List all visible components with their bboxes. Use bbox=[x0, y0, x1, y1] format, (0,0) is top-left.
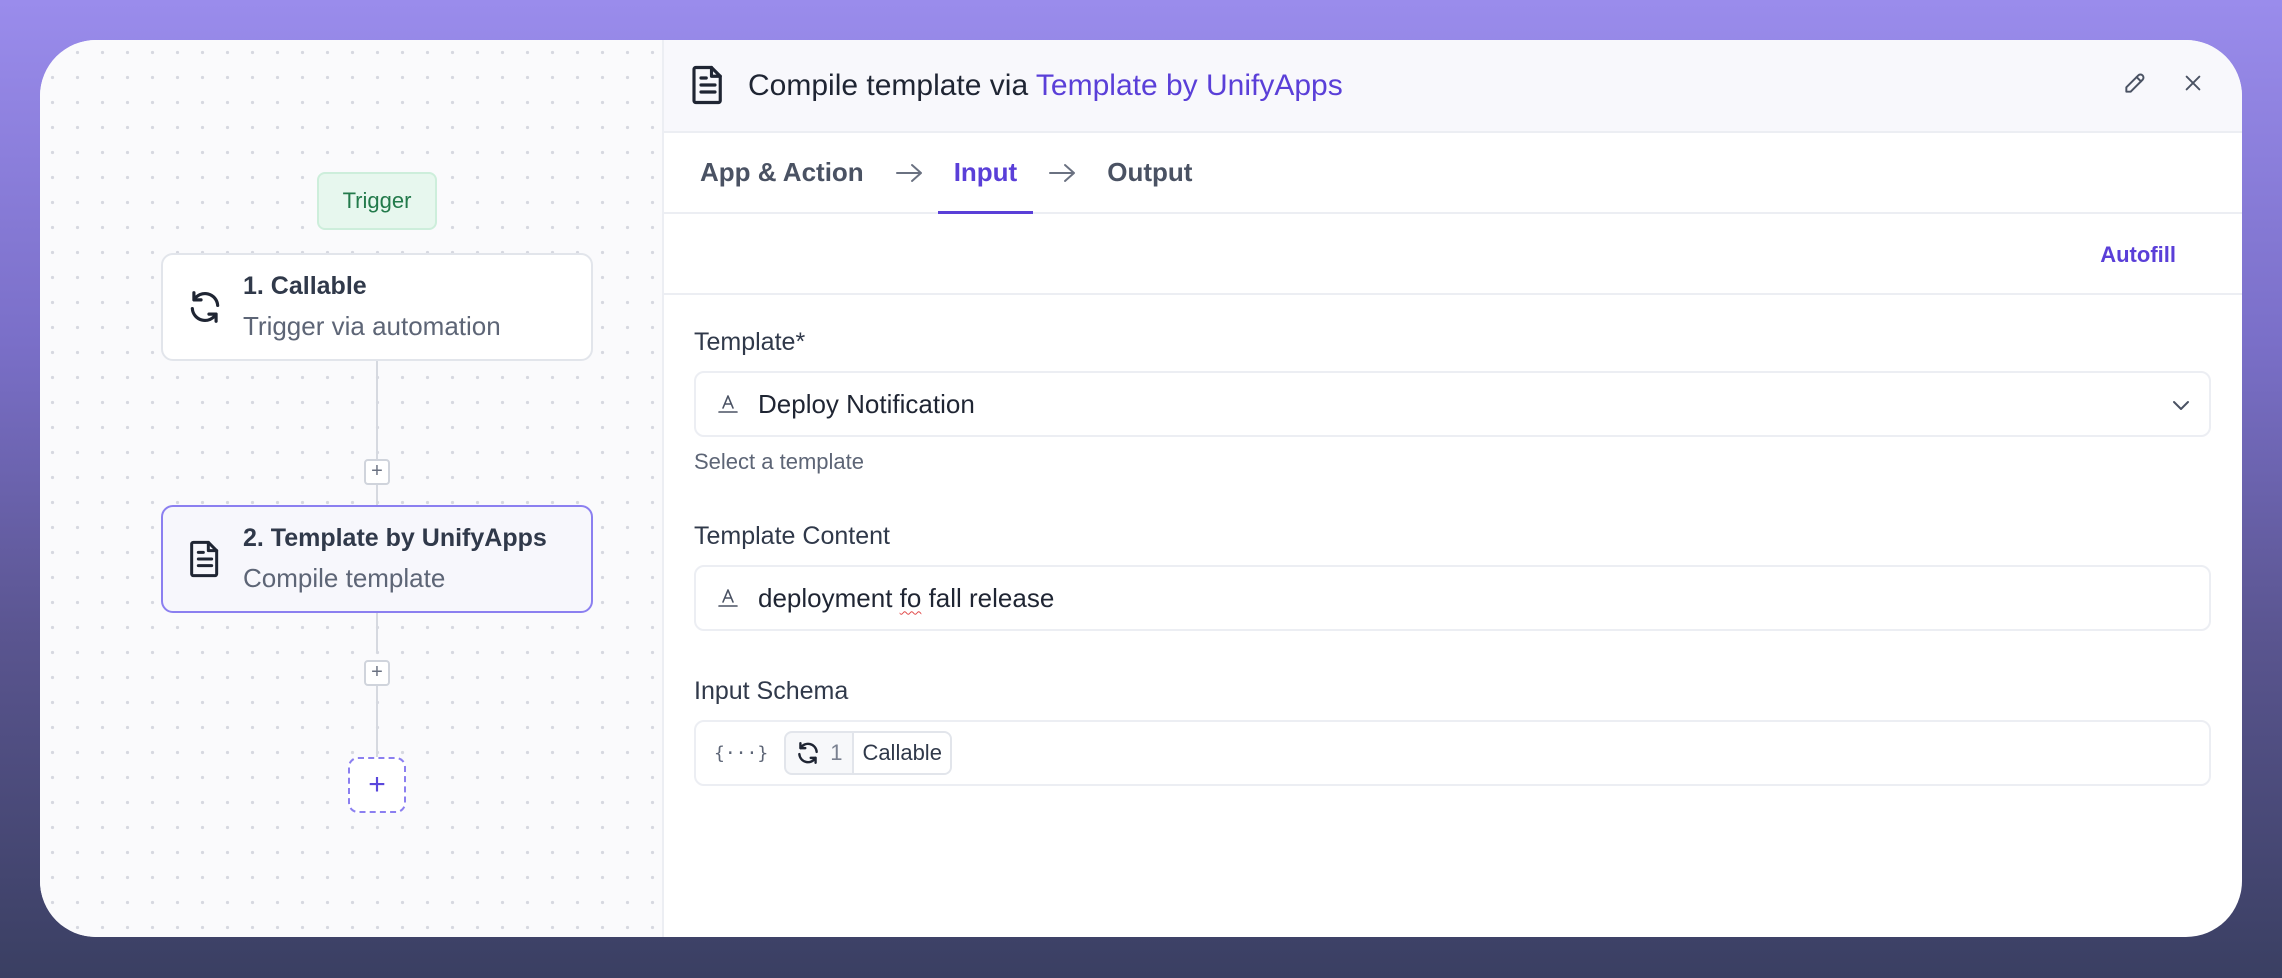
edit-button[interactable] bbox=[2118, 68, 2152, 102]
template-helper-text: Select a template bbox=[694, 449, 864, 474]
add-step-end-button[interactable]: + bbox=[348, 757, 406, 813]
document-icon bbox=[690, 64, 728, 108]
autofill-button[interactable]: Autofill bbox=[2100, 242, 2176, 268]
tab-app-action[interactable]: App & Action bbox=[700, 133, 864, 212]
close-button[interactable] bbox=[2176, 68, 2210, 102]
autofill-bar: Autofill bbox=[664, 214, 2242, 295]
chevron-down-icon bbox=[2169, 393, 2193, 422]
panel-title: Compile template via Template by UnifyAp… bbox=[748, 69, 1343, 103]
template-select-value: Deploy Notification bbox=[758, 388, 975, 419]
trigger-badge: Trigger bbox=[317, 172, 437, 230]
add-step-button[interactable]: + bbox=[364, 459, 390, 485]
close-icon bbox=[2182, 72, 2204, 99]
panel-title-action: Compile template via bbox=[748, 68, 1036, 102]
connector-line bbox=[376, 485, 378, 505]
node-title: 1. Callable bbox=[243, 272, 367, 300]
chip-step-number: 1 bbox=[830, 733, 855, 773]
chip-label: Callable bbox=[854, 733, 950, 773]
field-label-template: Template* bbox=[694, 328, 806, 356]
arrow-right-icon bbox=[1047, 133, 1077, 212]
panel-header: Compile template via Template by UnifyAp… bbox=[664, 40, 2242, 133]
pencil-icon bbox=[2122, 70, 2148, 101]
text-type-icon bbox=[714, 584, 742, 612]
step-config-panel: Compile template via Template by UnifyAp… bbox=[664, 40, 2242, 937]
workflow-node-template[interactable]: 2. Template by UnifyApps Compile templat… bbox=[161, 505, 593, 613]
connector-line bbox=[376, 613, 378, 653]
workflow-node-callable[interactable]: 1. Callable Trigger via automation bbox=[161, 253, 593, 361]
misspelled-word: fo bbox=[899, 582, 922, 613]
node-title: 2. Template by UnifyApps bbox=[243, 524, 547, 552]
reference-chip-callable[interactable]: 1 Callable bbox=[784, 731, 952, 775]
node-subtitle: Trigger via automation bbox=[243, 311, 501, 341]
content-text-part: fall release bbox=[921, 582, 1055, 613]
refresh-icon bbox=[185, 287, 225, 327]
workflow-canvas[interactable]: Trigger 1. Callable Trigger via automati… bbox=[40, 40, 664, 937]
object-type-icon: {···} bbox=[714, 742, 769, 764]
refresh-icon bbox=[786, 733, 830, 773]
content-text-part: deployment bbox=[758, 582, 900, 613]
template-select[interactable]: Deploy Notification bbox=[694, 371, 2211, 437]
template-content-input[interactable]: deployment fo fall release bbox=[694, 565, 2211, 631]
document-icon bbox=[185, 539, 225, 579]
arrow-right-icon bbox=[894, 133, 924, 212]
tab-output[interactable]: Output bbox=[1107, 133, 1192, 212]
input-schema-field[interactable]: {···} 1 Callable bbox=[694, 720, 2211, 786]
panel-title-app-link[interactable]: Template by UnifyApps bbox=[1036, 69, 1343, 102]
connector-line bbox=[376, 686, 378, 757]
field-label-template-content: Template Content bbox=[694, 522, 890, 550]
node-subtitle: Compile template bbox=[243, 563, 446, 593]
text-type-icon bbox=[714, 390, 742, 418]
field-label-input-schema: Input Schema bbox=[694, 677, 849, 705]
app-window: Trigger 1. Callable Trigger via automati… bbox=[40, 40, 2242, 937]
add-step-button[interactable]: + bbox=[364, 660, 390, 686]
connector-line bbox=[376, 361, 378, 465]
tab-input[interactable]: Input bbox=[937, 133, 1033, 214]
step-tabs: App & Action Input Output bbox=[664, 133, 2242, 214]
template-content-value: deployment fo fall release bbox=[758, 583, 1054, 614]
